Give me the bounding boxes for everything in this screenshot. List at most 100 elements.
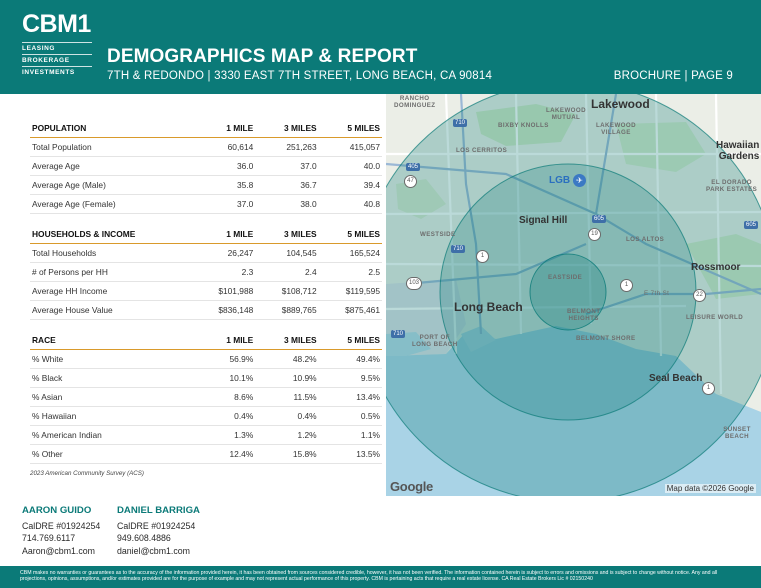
map-label-lgb: LGB <box>549 175 571 186</box>
cell-5miles: $119,595 <box>318 281 382 301</box>
radius-map[interactable]: RANCHO DOMINGUEZ LAKEWOOD MUTUAL Lakewood … <box>386 94 761 496</box>
cell-1mile: $836,148 <box>191 300 256 320</box>
cell-5miles: 13.4% <box>318 387 382 407</box>
table-header: 3 MILES <box>255 224 319 244</box>
demographics-tables: POPULATION 1 MILE 3 MILES 5 MILES Total … <box>30 118 382 477</box>
contact-phone[interactable]: 949.608.4886 <box>117 532 200 545</box>
route-22-shield: 22 <box>693 289 706 302</box>
page-footer: CBM makes no warranties or guarantees as… <box>0 566 761 588</box>
row-label: % White <box>30 349 192 369</box>
population-table: POPULATION 1 MILE 3 MILES 5 MILES Total … <box>30 118 382 214</box>
map-label-belmont-heights: BELMONT HEIGHTS <box>567 308 601 322</box>
cell-1mile: 26,247 <box>191 243 256 263</box>
cell-1mile: 8.6% <box>191 387 256 407</box>
highway-405-shield: 405 <box>406 163 421 171</box>
cell-1mile: 1.3% <box>191 425 256 445</box>
table-header: 5 MILES <box>318 224 382 244</box>
contact-email[interactable]: Aaron@cbm1.com <box>22 545 100 558</box>
row-label: % Hawaiian <box>30 406 192 426</box>
cell-1mile: 12.4% <box>191 444 256 464</box>
map-label-eastside: EASTSIDE <box>548 274 583 281</box>
cell-3miles: 15.8% <box>255 444 319 464</box>
row-label: % Other <box>30 444 192 464</box>
contact-license: CalDRE #01924254 <box>117 520 196 531</box>
cell-3miles: 38.0 <box>255 194 319 214</box>
cell-3miles: $889,765 <box>255 300 319 320</box>
cell-5miles: 0.5% <box>318 406 382 426</box>
airplane-icon: ✈ <box>573 174 586 187</box>
cell-5miles: 40.8 <box>318 194 382 214</box>
contact-email[interactable]: daniel@cbm1.com <box>117 545 200 558</box>
map-label-el-dorado: EL DORADO PARK ESTATES <box>706 179 758 193</box>
logo-line-brokerage: BROKERAGE <box>22 54 92 66</box>
cell-1mile: 0.4% <box>191 406 256 426</box>
cell-3miles: 10.9% <box>255 368 319 388</box>
map-label-sunset-beach: SUNSET BEACH <box>723 426 751 440</box>
map-label-lakewood-village: LAKEWOOD VILLAGE <box>596 122 636 136</box>
map-city-signal-hill: Signal Hill <box>519 215 568 226</box>
table-header: 3 MILES <box>255 118 319 138</box>
table-row: Average Age 36.0 37.0 40.0 <box>30 156 382 176</box>
cell-1mile: 2.3 <box>191 262 256 282</box>
map-city-hawaiian-gardens: Hawaiian Gardens <box>716 140 760 162</box>
cell-5miles: 9.5% <box>318 368 382 388</box>
map-city-lakewood: Lakewood <box>591 97 650 111</box>
households-income-table: HOUSEHOLDS & INCOME 1 MILE 3 MILES 5 MIL… <box>30 224 382 320</box>
table-header: HOUSEHOLDS & INCOME <box>30 224 192 244</box>
route-47-shield: 47 <box>404 175 417 188</box>
legal-disclaimer: CBM makes no warranties or guarantees as… <box>20 570 718 583</box>
table-row: Total Households 26,247 104,545 165,524 <box>30 243 382 263</box>
map-label-los-altos: LOS ALTOS <box>626 236 665 243</box>
cell-3miles: 104,545 <box>255 243 319 263</box>
contact-license: CalDRE #01924254 <box>22 520 101 531</box>
table-row: Average Age (Female) 37.0 38.0 40.8 <box>30 194 382 214</box>
map-label-leisure-world: LEISURE WORLD <box>686 314 744 321</box>
google-logo: Google <box>390 479 433 494</box>
row-label: Average HH Income <box>30 281 192 301</box>
logo-wordmark: CBM1 <box>22 10 91 38</box>
property-address: 7TH & REDONDO | 3330 EAST 7TH STREET, LO… <box>107 70 493 82</box>
contact-name: AARON GUIDO <box>22 505 92 516</box>
logo-line-investments: INVESTMENTS <box>22 66 92 78</box>
cell-1mile: 35.8 <box>191 175 256 195</box>
table-row: Average House Value $836,148 $889,765 $875,… <box>30 300 382 320</box>
map-label-port: PORT OF LONG BEACH <box>412 334 458 348</box>
table-header: 3 MILES <box>255 330 319 350</box>
cell-5miles: 13.5% <box>318 444 382 464</box>
cell-5miles: 40.0 <box>318 156 382 176</box>
table-row: Average HH Income $101,988 $108,712 $119,59… <box>30 281 382 301</box>
cell-1mile: 56.9% <box>191 349 256 369</box>
cell-3miles: 0.4% <box>255 406 319 426</box>
table-row: Average Age (Male) 35.8 36.7 39.4 <box>30 175 382 195</box>
table-row: % Other 12.4% 15.8% 13.5% <box>30 444 382 464</box>
cell-3miles: 48.2% <box>255 349 319 369</box>
row-label: % Black <box>30 368 192 388</box>
contact-daniel-barriga: DANIEL BARRIGA CalDRE #01924254 949.608.… <box>117 505 200 557</box>
highway-710-shield-2: 710 <box>451 245 466 253</box>
row-label: # of Persons per HH <box>30 262 192 282</box>
cell-3miles: 36.7 <box>255 175 319 195</box>
cell-5miles: $875,461 <box>318 300 382 320</box>
cell-5miles: 2.5 <box>318 262 382 282</box>
row-label: % Asian <box>30 387 192 407</box>
table-header: 5 MILES <box>318 330 382 350</box>
highway-605-shield: 605 <box>592 215 607 223</box>
data-source-note: 2023 American Community Survey (ACS) <box>30 470 144 477</box>
map-label-belmont-shore: BELMONT SHORE <box>576 335 636 342</box>
map-label-westside: WESTSIDE <box>420 231 456 238</box>
table-row: % American Indian 1.3% 1.2% 1.1% <box>30 425 382 445</box>
cell-1mile: 10.1% <box>191 368 256 388</box>
row-label: % American Indian <box>30 425 192 445</box>
contact-phone[interactable]: 714.769.6117 <box>22 532 100 545</box>
row-label: Average House Value <box>30 300 192 320</box>
table-row: % White 56.9% 48.2% 49.4% <box>30 349 382 369</box>
cell-3miles: 37.0 <box>255 156 319 176</box>
row-label: Average Age <box>30 156 192 176</box>
map-label-bixby: BIXBY KNOLLS <box>498 122 549 129</box>
cell-5miles: 49.4% <box>318 349 382 369</box>
route-1-shield-2: 1 <box>620 279 633 292</box>
contact-aaron-guido: AARON GUIDO CalDRE #01924254 714.769.611… <box>22 505 100 557</box>
cell-3miles: 251,263 <box>255 137 319 157</box>
row-label: Total Households <box>30 243 192 263</box>
cell-3miles: 1.2% <box>255 425 319 445</box>
